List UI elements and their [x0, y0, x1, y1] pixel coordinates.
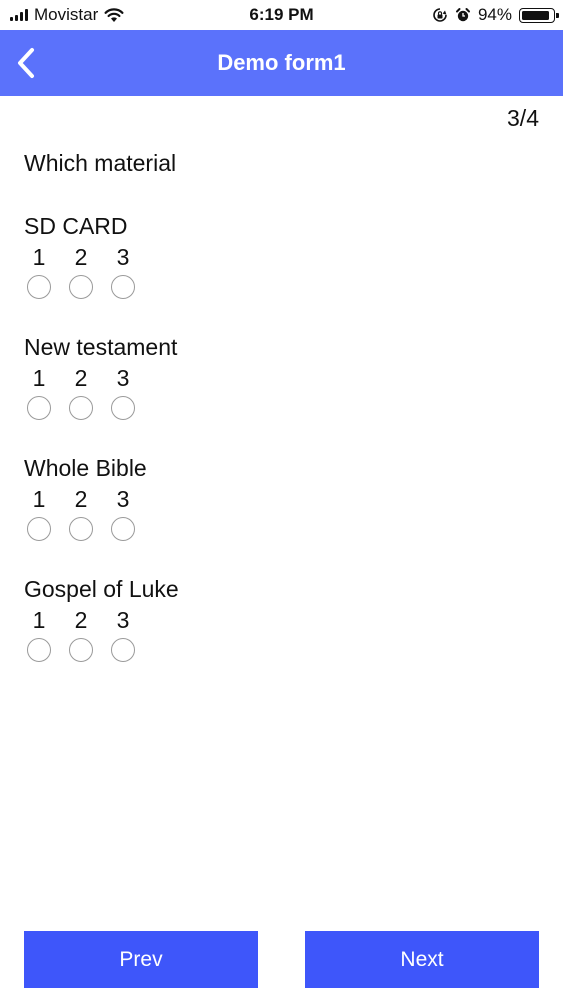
battery-icon: [519, 7, 559, 23]
option-number: 2: [74, 486, 88, 512]
rating-option[interactable]: 1: [24, 364, 54, 420]
rating-option[interactable]: 1: [24, 485, 54, 541]
rating-option[interactable]: 2: [66, 606, 96, 662]
orientation-lock-icon: [432, 7, 448, 23]
radio-button[interactable]: [111, 517, 135, 541]
rating-option[interactable]: 2: [66, 485, 96, 541]
option-number: 1: [32, 244, 46, 270]
radio-button[interactable]: [27, 517, 51, 541]
prev-button[interactable]: Prev: [24, 931, 258, 988]
rating-option[interactable]: 2: [66, 364, 96, 420]
option-number: 1: [32, 486, 46, 512]
alarm-clock-icon: [455, 7, 471, 23]
radio-button[interactable]: [111, 275, 135, 299]
rating-option[interactable]: 3: [108, 485, 138, 541]
radio-button[interactable]: [69, 396, 93, 420]
option-number: 3: [116, 486, 130, 512]
radio-button[interactable]: [27, 396, 51, 420]
option-number: 1: [32, 607, 46, 633]
radio-button[interactable]: [27, 275, 51, 299]
rating-options: 1 2 3: [24, 485, 424, 545]
rating-option[interactable]: 1: [24, 243, 54, 299]
radio-button[interactable]: [27, 638, 51, 662]
battery-percent: 94%: [477, 5, 512, 24]
next-button[interactable]: Next: [305, 931, 539, 988]
option-number: 3: [116, 244, 130, 270]
radio-button[interactable]: [111, 396, 135, 420]
form-item-gospel-of-luke: Gospel of Luke 1 2 3: [24, 574, 424, 666]
radio-button[interactable]: [69, 275, 93, 299]
item-label: SD CARD: [24, 213, 128, 239]
rating-option[interactable]: 3: [108, 364, 138, 420]
item-label: Whole Bible: [24, 455, 147, 481]
option-number: 3: [116, 365, 130, 391]
radio-button[interactable]: [69, 638, 93, 662]
rating-option[interactable]: 1: [24, 606, 54, 662]
radio-button[interactable]: [111, 638, 135, 662]
rating-option[interactable]: 3: [108, 243, 138, 299]
rating-options: 1 2 3: [24, 606, 424, 666]
nav-bar: Demo form1: [0, 30, 563, 96]
rating-option[interactable]: 2: [66, 243, 96, 299]
status-bar: Movistar 6:19 PM 94%: [0, 0, 563, 30]
form-item-new-testament: New testament 1 2 3: [24, 332, 424, 424]
rating-option[interactable]: 3: [108, 606, 138, 662]
option-number: 2: [74, 365, 88, 391]
item-label: Gospel of Luke: [24, 576, 179, 602]
item-label: New testament: [24, 334, 178, 360]
status-bar-right: 94%: [432, 5, 559, 25]
page-title: Demo form1: [217, 50, 346, 75]
option-number: 3: [116, 607, 130, 633]
radio-button[interactable]: [69, 517, 93, 541]
option-number: 1: [32, 365, 46, 391]
form-item-whole-bible: Whole Bible 1 2 3: [24, 453, 424, 545]
rating-options: 1 2 3: [24, 364, 424, 424]
page-indicator: 3/4: [507, 105, 539, 131]
battery-level: [522, 10, 549, 20]
rating-options: 1 2 3: [24, 243, 424, 303]
question-title: Which material: [24, 150, 177, 176]
option-number: 2: [74, 607, 88, 633]
option-number: 2: [74, 244, 88, 270]
form-item-sd-card: SD CARD 1 2 3: [24, 211, 424, 303]
